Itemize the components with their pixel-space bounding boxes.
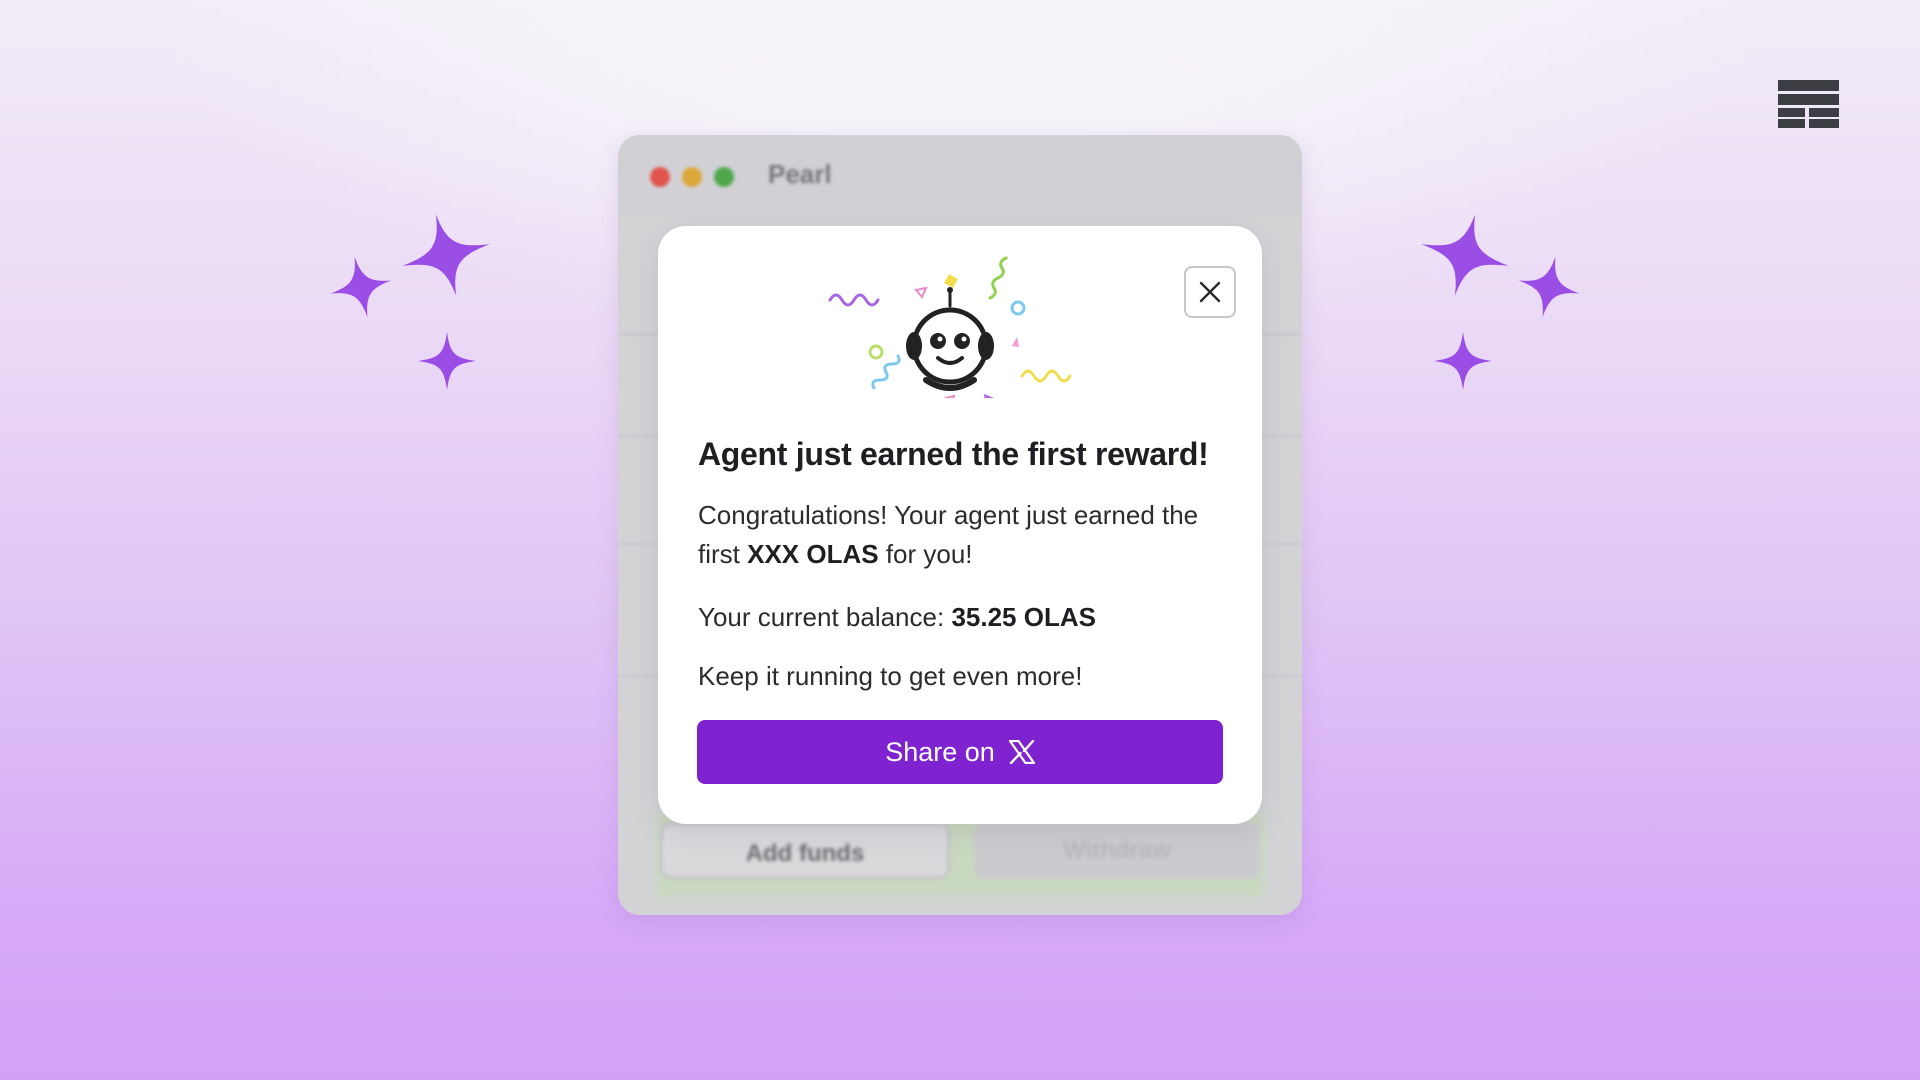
close-button[interactable] — [1184, 266, 1236, 318]
sparkles-left — [320, 200, 500, 400]
agent-celebration-illustration — [828, 256, 1072, 398]
x-logo-icon — [1008, 740, 1035, 764]
modal-title: Agent just earned the first reward! — [698, 436, 1209, 472]
sparkle-icon — [418, 332, 476, 390]
maximize-window-button[interactable] — [714, 167, 734, 187]
close-icon — [1199, 281, 1221, 303]
share-label: Share on — [885, 736, 995, 767]
window-title: Pearl — [768, 159, 832, 189]
congrats-text: Congratulations! Your agent just earned … — [698, 496, 1238, 574]
withdraw-button[interactable]: Withdraw — [974, 823, 1260, 879]
minimize-window-button[interactable] — [682, 167, 702, 187]
sparkle-icon — [330, 256, 392, 318]
keep-running-text: Keep it running to get even more! — [698, 661, 1083, 691]
balance-text: Your current balance: 35.25 OLAS — [698, 598, 1238, 637]
close-window-button[interactable] — [650, 167, 670, 187]
reward-amount: XXX OLAS — [747, 539, 879, 569]
sparkles-right — [1410, 200, 1590, 400]
balance-value: 35.25 OLAS — [951, 602, 1096, 632]
congrats-suffix: for you! — [878, 539, 973, 569]
sparkle-icon — [1434, 332, 1492, 390]
sparkle-icon — [1421, 214, 1509, 296]
share-on-x-button[interactable]: Share on — [697, 720, 1223, 784]
sparkle-icon — [1518, 256, 1580, 318]
brand-logo — [1778, 80, 1839, 128]
reward-modal: Agent just earned the first reward! Cong… — [658, 226, 1262, 824]
sparkle-icon — [402, 214, 490, 296]
window-titlebar: Pearl — [618, 135, 1302, 213]
add-funds-button[interactable]: Add funds — [660, 823, 950, 879]
balance-label: Your current balance: — [698, 602, 952, 632]
